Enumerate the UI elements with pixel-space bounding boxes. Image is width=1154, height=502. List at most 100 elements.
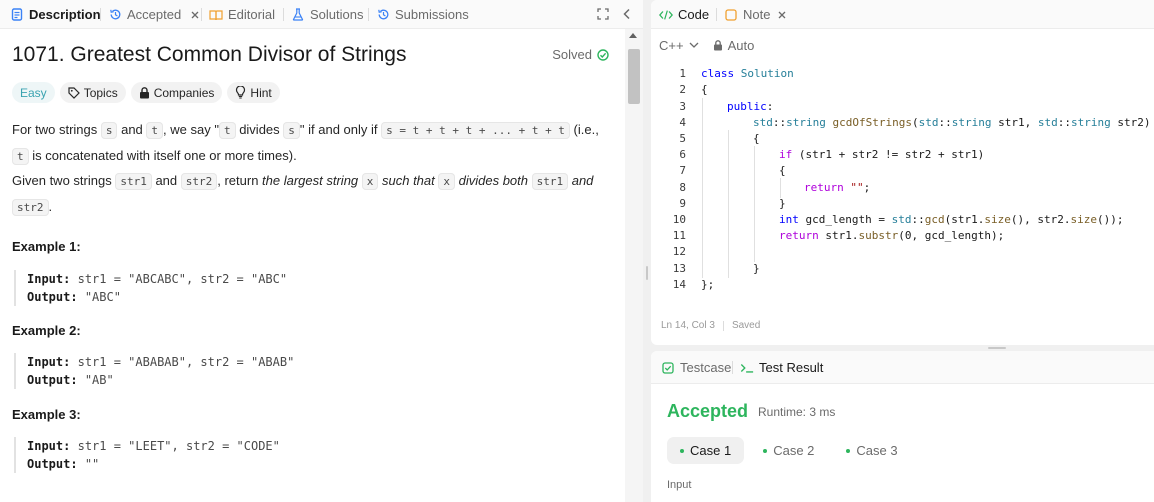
- code-line: class Solution: [701, 67, 794, 80]
- function-name: gcdOfStrings: [832, 116, 912, 129]
- parameter: str2): [1110, 116, 1151, 129]
- tab-separator: [283, 8, 284, 21]
- book-icon: [209, 8, 223, 22]
- keyword: class: [701, 67, 735, 80]
- language-label: C++: [659, 37, 684, 53]
- auto-mode-toggle[interactable]: Auto: [713, 38, 754, 53]
- solved-label: Solved: [552, 47, 592, 62]
- text: .: [48, 199, 53, 214]
- indent-guide: [728, 130, 729, 278]
- vertical-splitter[interactable]: [643, 0, 651, 502]
- example-heading: Example 1:: [12, 239, 81, 254]
- example-block: Input: str1 = "ABABAB", str2 = "ABAB" Ou…: [14, 353, 414, 389]
- string-literal: "": [850, 181, 864, 194]
- tab-solutions[interactable]: Solutions: [291, 0, 363, 29]
- line-number: 5: [679, 132, 686, 145]
- keyword: return: [804, 181, 844, 194]
- tab-code[interactable]: Code: [659, 0, 709, 29]
- case-tab-2[interactable]: Case 2: [750, 437, 827, 464]
- inline-code: t: [218, 122, 236, 139]
- indent-guide: [702, 98, 703, 278]
- keyword: if: [779, 148, 793, 161]
- splitter-grip[interactable]: [646, 266, 648, 280]
- input-label: Input:: [27, 439, 71, 453]
- tab-separator: [716, 8, 717, 21]
- scroll-thumb[interactable]: [628, 49, 640, 104]
- tab-solutions-label: Solutions: [310, 7, 364, 22]
- case-tab-1[interactable]: Case 1: [667, 437, 745, 464]
- expression: str1.: [818, 229, 859, 242]
- code-line: };: [701, 278, 715, 291]
- punctuation: ::: [938, 116, 952, 129]
- line-number: 12: [672, 245, 686, 258]
- description-paragraph: For two strings s and t, we say " t divid…: [12, 117, 602, 169]
- cursor-position: Ln 14, Col 3: [661, 320, 715, 331]
- left-tab-bar: Description Accepted Editorial Solutions: [0, 0, 643, 29]
- solved-status: Solved: [552, 47, 609, 62]
- case-label: Case 3: [856, 443, 898, 458]
- input-label: Input:: [27, 355, 71, 369]
- keyword: int: [779, 213, 799, 226]
- hint-label: Hint: [250, 85, 272, 100]
- line-number: 14: [672, 278, 686, 291]
- companies-chip[interactable]: Companies: [130, 82, 223, 103]
- inline-code: s: [100, 122, 118, 139]
- terminal-icon: [740, 361, 754, 375]
- result-panel: Testcase Test Result Accepted Runtime: 3…: [651, 351, 1154, 502]
- pass-dot-icon: [680, 448, 684, 453]
- description-scrollbar[interactable]: [625, 29, 643, 502]
- text: is concatenated with itself one or more …: [28, 148, 297, 163]
- code-line: if (str1 + str2 != str2 + str1): [779, 148, 984, 161]
- tab-accepted[interactable]: Accepted: [108, 0, 202, 29]
- output-label: Output:: [27, 457, 78, 471]
- tab-description[interactable]: Description: [10, 0, 101, 29]
- line-number: 9: [679, 197, 686, 210]
- maximize-button[interactable]: [595, 6, 611, 22]
- collapse-button[interactable]: [619, 6, 635, 22]
- tab-test-result-label: Test Result: [759, 360, 824, 375]
- chevron-down-icon: [689, 42, 699, 48]
- inline-code: str2: [12, 199, 49, 216]
- expression: (str1.: [944, 213, 985, 226]
- line-number: 2: [679, 83, 686, 96]
- example-block: Input: str1 = "LEET", str2 = "CODE" Outp…: [14, 437, 414, 473]
- text: , return: [217, 173, 263, 188]
- line-number: 8: [679, 181, 686, 194]
- horizontal-splitter-grip[interactable]: [988, 347, 1006, 349]
- tab-editorial[interactable]: Editorial: [209, 0, 275, 29]
- expression: (0, gcd_length);: [898, 229, 1005, 242]
- code-tab-bar: Code Note: [651, 0, 1154, 29]
- input-section-label: Input: [667, 479, 692, 491]
- code-line: int gcd_length = std::gcd(str1.size(), s…: [779, 213, 1123, 226]
- example-heading: Example 2:: [12, 323, 81, 338]
- tab-note[interactable]: Note: [724, 0, 789, 29]
- scroll-up-arrow-icon[interactable]: [629, 33, 637, 38]
- inline-code: x: [361, 173, 379, 190]
- case-label: Case 1: [690, 443, 732, 458]
- text: " if and only if: [299, 122, 382, 137]
- code-brackets-icon: [659, 8, 673, 22]
- text: For two strings: [12, 122, 101, 137]
- result-tab-bar: Testcase Test Result: [651, 351, 1154, 384]
- tab-editorial-label: Editorial: [228, 7, 275, 22]
- output-label: Output:: [27, 290, 78, 304]
- code-line: {: [779, 164, 786, 177]
- case-tabs: Case 1 Case 2 Case 3: [667, 437, 911, 464]
- indent-guide: [754, 146, 755, 262]
- type-name: string: [1070, 116, 1111, 129]
- close-icon[interactable]: [775, 8, 789, 22]
- tab-submissions[interactable]: Submissions: [376, 0, 469, 29]
- code-editor[interactable]: 1 2 3 4 5 6 7 8 9 10 11 12 13 14 class S…: [651, 64, 1154, 294]
- tab-separator: [100, 8, 101, 21]
- topics-chip[interactable]: Topics: [59, 82, 126, 103]
- case-label: Case 2: [773, 443, 815, 458]
- output-value: "AB": [84, 373, 114, 387]
- tab-test-result[interactable]: Test Result: [740, 351, 823, 384]
- hint-chip[interactable]: Hint: [227, 82, 280, 103]
- language-select[interactable]: C++: [659, 38, 699, 53]
- problem-title: 1071. Greatest Common Divisor of Strings: [12, 43, 407, 66]
- difficulty-badge: Easy: [12, 82, 55, 103]
- code-line: }: [779, 197, 786, 210]
- tab-testcase[interactable]: Testcase: [661, 351, 731, 384]
- case-tab-3[interactable]: Case 3: [833, 437, 910, 464]
